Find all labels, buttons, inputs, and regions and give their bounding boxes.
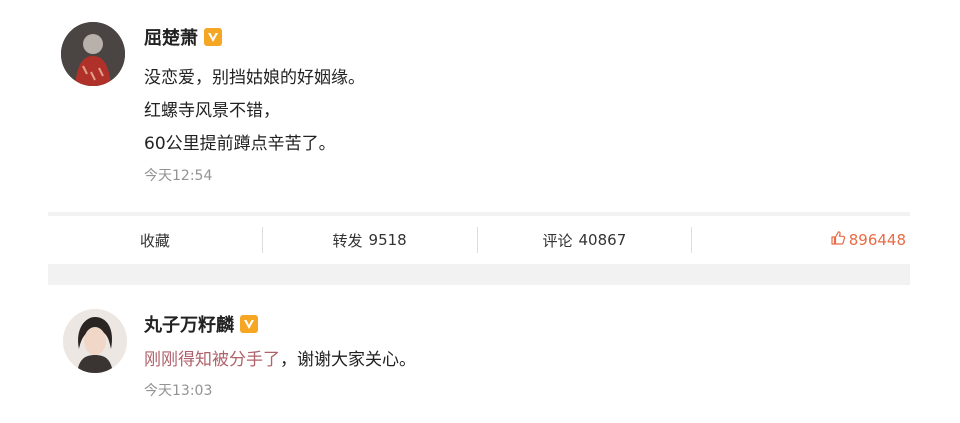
favorite-label: 收藏 (139, 231, 170, 250)
comment-button[interactable]: 评论 40867 (478, 216, 692, 264)
avatar[interactable] (61, 22, 125, 86)
avatar-image (61, 22, 125, 86)
divider (48, 264, 910, 285)
verified-badge-icon (204, 28, 222, 46)
favorite-button[interactable]: 收藏 (48, 216, 262, 264)
post-action-bar: 收藏 转发 9518 评论 40867 896448 (48, 216, 910, 264)
post-text: 刚刚得知被分手了，谢谢大家关心。 (144, 345, 416, 370)
post-timestamp[interactable]: 今天12:54 (144, 165, 212, 185)
repost-count: 9518 (368, 231, 407, 249)
comment-count: 40867 (578, 231, 627, 249)
user-name[interactable]: 屈楚萧 (144, 24, 198, 50)
weibo-post-1: 屈楚萧 没恋爱，别挡姑娘的好姻缘。 红螺寺风景不错， 60公里提前蹲点辛苦了。 … (48, 0, 910, 213)
avatar[interactable] (63, 309, 127, 373)
avatar-image (63, 309, 127, 373)
like-button[interactable]: 896448 (692, 216, 910, 264)
post-text-line-3: 60公里提前蹲点辛苦了。 (144, 134, 336, 154)
repost-label: 转发 (332, 231, 363, 250)
post-text-highlight: 刚刚得知被分手了 (144, 350, 280, 370)
post-text-rest: ，谢谢大家关心。 (280, 350, 416, 370)
repost-button[interactable]: 转发 9518 (263, 216, 477, 264)
user-name[interactable]: 丸子万籽麟 (144, 311, 234, 337)
verified-badge-icon (240, 315, 258, 333)
like-count: 896448 (848, 231, 906, 249)
post-timestamp[interactable]: 今天13:03 (144, 380, 212, 400)
comment-label: 评论 (542, 231, 573, 250)
weibo-post-2: 丸子万籽麟 刚刚得知被分手了，谢谢大家关心。 今天13:03 (48, 285, 910, 423)
thumbs-up-icon (830, 230, 846, 250)
post-text-line-1: 没恋爱，别挡姑娘的好姻缘。 (144, 68, 365, 88)
post-text-line-2: 红螺寺风景不错， (144, 101, 280, 121)
